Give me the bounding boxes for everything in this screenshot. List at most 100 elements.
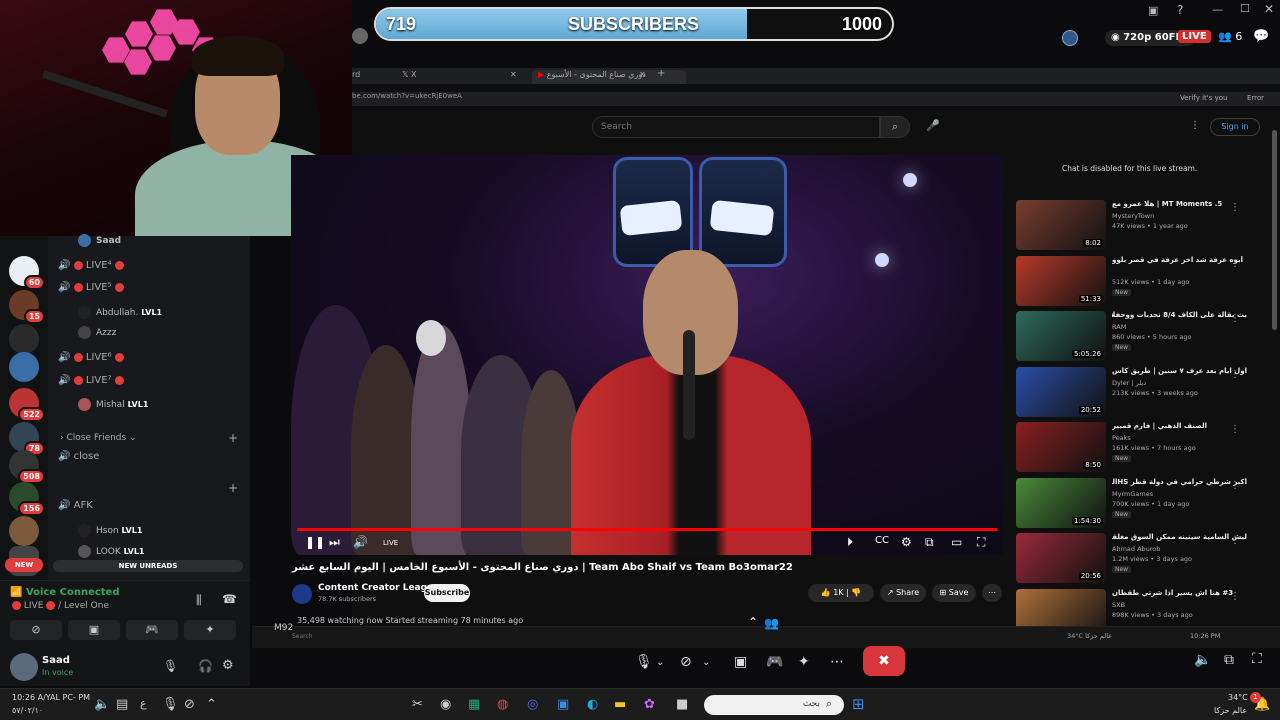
more-options-icon[interactable]: ⋮ bbox=[1230, 313, 1240, 324]
live-indicator[interactable]: LIVE bbox=[383, 539, 398, 547]
member-row[interactable]: Hson LVL1 bbox=[78, 524, 142, 537]
verify-button[interactable]: Verify it's you bbox=[1180, 94, 1227, 102]
camera-off-button[interactable]: ⊘ bbox=[10, 620, 62, 640]
voice-search-icon[interactable]: 🎤 bbox=[926, 119, 940, 132]
minimize-icon[interactable]: — bbox=[1212, 3, 1223, 16]
volume-icon[interactable]: 🔈 bbox=[94, 697, 110, 712]
popout-icon[interactable]: ⧉ bbox=[1224, 652, 1234, 668]
fullscreen-icon[interactable]: ⛶ bbox=[1252, 651, 1262, 667]
no-wifi-icon[interactable]: ⊘ bbox=[184, 697, 195, 712]
member-row[interactable]: LOOK LVL1 bbox=[78, 545, 145, 558]
headphones-icon[interactable]: 🎧 bbox=[198, 659, 213, 673]
video-title[interactable]: MT Moments .5 | هلا عمرو مع bbox=[1112, 200, 1247, 208]
more-actions-icon[interactable]: ⋯ bbox=[982, 584, 1002, 602]
next-icon[interactable]: ⏭ bbox=[329, 535, 340, 550]
activity-button[interactable]: 🎮 bbox=[126, 620, 178, 640]
screen-share-icon[interactable]: ▣ bbox=[734, 654, 747, 670]
recommended-video[interactable]: 51:33 أبوه عرفة شد آخر عرفة في قصر بلوو 51… bbox=[1016, 255, 1266, 308]
sign-in-button[interactable]: Sign in bbox=[1210, 118, 1260, 136]
folder-icon[interactable]: ▬ bbox=[614, 697, 626, 712]
close-icon[interactable]: ✕ bbox=[1264, 2, 1274, 16]
noise-suppression-icon[interactable]: ⫼ bbox=[196, 593, 202, 608]
recommended-video[interactable]: 8:50 الصنف الذهبي | فارم قمبير Peaks 161K v… bbox=[1016, 422, 1266, 474]
more-options-icon[interactable]: ⋮ bbox=[1230, 258, 1240, 269]
people-icon[interactable]: 👥 bbox=[764, 616, 779, 630]
like-dislike-button[interactable]: 👍 1K | 👎 bbox=[808, 584, 874, 602]
soundboard-icon[interactable]: ✦ bbox=[798, 654, 810, 670]
tab-close-icon[interactable]: ✕ bbox=[639, 70, 646, 79]
video-thumbnail[interactable]: 20:52 bbox=[1016, 366, 1106, 417]
recommended-video[interactable]: 20:52 اول ايام بعد عرف ٧ سنين | طريق كاس … bbox=[1016, 366, 1266, 419]
video-channel[interactable]: Ahmad Aburob bbox=[1112, 545, 1160, 553]
add-channel-icon[interactable]: + bbox=[228, 431, 238, 445]
microphone-icon[interactable]: 🎙 bbox=[162, 697, 179, 712]
recommended-video[interactable]: 20:56 ليش السامية سينينه ممكن السوق مغلقي… bbox=[1016, 533, 1266, 585]
video-channel[interactable]: RAM bbox=[1112, 323, 1126, 331]
recommended-video[interactable]: 1:54:30 اكبر شرطي حرامي في دولة قطر HSالح… bbox=[1016, 477, 1266, 530]
volume-icon[interactable]: 🔈 bbox=[1194, 652, 1211, 668]
chrome-icon[interactable]: ◍ bbox=[497, 697, 508, 712]
error-badge[interactable]: Error bbox=[1247, 94, 1264, 102]
language-indicator[interactable]: ع bbox=[140, 697, 147, 710]
video-title[interactable]: بث بقالة على الكاف 8/4 تحديات ووحفلات bbox=[1112, 311, 1247, 319]
member-row[interactable]: Azzz bbox=[78, 326, 116, 339]
video-thumbnail[interactable]: 51:33 bbox=[1016, 255, 1106, 306]
server-icon[interactable] bbox=[9, 352, 39, 382]
server-icon[interactable]: 508 bbox=[9, 450, 45, 484]
browser-tab[interactable]: rd bbox=[352, 70, 360, 79]
miniplayer-icon[interactable]: ⧉ bbox=[925, 535, 934, 550]
end-call-button[interactable]: ✖ bbox=[863, 646, 905, 676]
video-player[interactable] bbox=[291, 155, 1003, 555]
stream-user-avatar[interactable] bbox=[352, 28, 368, 44]
new-tab-icon[interactable]: + bbox=[657, 68, 665, 79]
voice-channel[interactable]: 🔊 LIVE⁶ bbox=[58, 352, 124, 363]
settings-gear-icon[interactable]: ⚙ bbox=[222, 658, 234, 673]
new-badge[interactable]: NEW bbox=[5, 558, 43, 572]
share-button[interactable]: ↗ Share bbox=[880, 584, 926, 602]
subscribe-button[interactable]: Subscribe bbox=[424, 584, 470, 602]
add-channel-icon[interactable]: + bbox=[228, 481, 238, 495]
discord-icon[interactable]: ◎ bbox=[527, 697, 538, 712]
user-avatar[interactable] bbox=[10, 653, 38, 681]
soundboard-button[interactable]: ✦ bbox=[184, 620, 236, 640]
fullscreen-icon[interactable]: ⛶ bbox=[977, 535, 985, 550]
window-icon[interactable]: ■ bbox=[676, 697, 688, 712]
more-options-icon[interactable]: ⋮ bbox=[1230, 535, 1240, 546]
scrollbar[interactable] bbox=[1272, 130, 1277, 330]
camera-off-icon[interactable]: ⊘ bbox=[680, 654, 692, 670]
volume-icon[interactable]: 🔊 bbox=[353, 535, 368, 549]
server-icon[interactable]: 78 bbox=[9, 422, 45, 456]
store-icon[interactable]: ▣ bbox=[557, 697, 569, 712]
more-options-icon[interactable]: ⋮ bbox=[1230, 591, 1240, 602]
taskbar-date[interactable]: ٥٧/٠٢/١٠ bbox=[12, 706, 43, 715]
voice-channel[interactable]: 🔊 LIVE⁵ bbox=[58, 282, 124, 293]
video-progress-bar[interactable] bbox=[297, 528, 997, 531]
member-row[interactable]: Abdullah. LVL1 bbox=[78, 306, 162, 319]
server-icon[interactable]: 522 bbox=[9, 388, 45, 422]
obs-icon[interactable]: ◉ bbox=[440, 697, 451, 712]
recommended-video[interactable]: 8:02 MT Moments .5 | هلا عمرو مع MysteryTo… bbox=[1016, 200, 1266, 252]
browser-tab[interactable]: 𝕏 X bbox=[402, 70, 416, 79]
server-icon[interactable]: 15 bbox=[9, 290, 45, 324]
video-thumbnail[interactable]: 20:56 bbox=[1016, 533, 1106, 583]
new-unreads-banner[interactable]: NEW UNREADS bbox=[53, 560, 243, 572]
microphone-icon[interactable]: 🎙 bbox=[635, 654, 653, 670]
channel-name[interactable]: Content Creator League bbox=[318, 583, 440, 593]
tools-icon[interactable]: ✂ bbox=[412, 697, 423, 712]
server-icon[interactable]: 60 bbox=[9, 256, 45, 290]
more-icon[interactable]: ⋯ bbox=[830, 654, 844, 670]
voice-channel-info[interactable]: LIVE / Level One bbox=[12, 601, 109, 611]
server-icon[interactable] bbox=[9, 516, 39, 546]
search-icon[interactable]: ⌕ bbox=[880, 116, 910, 138]
settings-gear-icon[interactable]: ⚙ bbox=[901, 535, 912, 549]
microphone-icon[interactable]: 🎙 bbox=[163, 659, 178, 673]
video-channel[interactable]: MyrmGames bbox=[1112, 490, 1153, 498]
more-options-icon[interactable]: ⋮ bbox=[1190, 120, 1200, 131]
taskbar-time[interactable]: 10:26 A/YAL PC- PM bbox=[12, 693, 90, 702]
video-channel[interactable]: SXB bbox=[1112, 601, 1125, 609]
more-options-icon[interactable]: ⋮ bbox=[1230, 424, 1240, 435]
video-thumbnail[interactable]: 8:02 bbox=[1016, 200, 1106, 250]
windows-start-icon[interactable]: ⊞ bbox=[852, 695, 865, 713]
video-title[interactable]: اول ايام بعد عرف ٧ سنين | طريق كاس TU bbox=[1112, 367, 1247, 375]
recommended-video[interactable]: 5:05:26 بث بقالة على الكاف 8/4 تحديات ووح… bbox=[1016, 311, 1266, 363]
